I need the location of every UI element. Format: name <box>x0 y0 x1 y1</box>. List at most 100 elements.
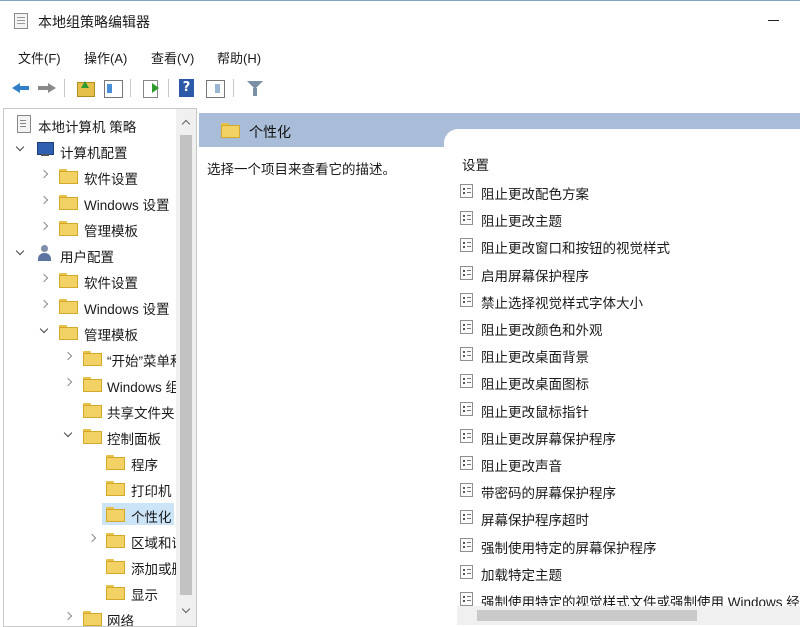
policy-setting-icon <box>460 265 473 280</box>
tree-item-start-menu-taskbar[interactable]: “开始”菜单和任务栏 <box>4 346 196 370</box>
folder-icon <box>106 507 125 522</box>
policy-setting-icon <box>460 320 473 334</box>
policy-setting-icon <box>460 456 473 470</box>
chevron-down-icon[interactable] <box>64 430 74 440</box>
setting-label: 阻止更改声音 <box>481 459 562 474</box>
title-bar: 本地组策略编辑器 <box>0 0 800 40</box>
tree-item-printers[interactable]: 打印机 <box>4 476 174 500</box>
menu-view[interactable]: 查看(V) <box>151 48 194 67</box>
chevron-down-icon[interactable] <box>40 326 50 336</box>
chevron-right-icon[interactable] <box>40 300 50 310</box>
tree-item-user-configuration[interactable]: 用户配置 <box>4 242 174 266</box>
policy-root-icon <box>15 115 32 133</box>
menu-help[interactable]: 帮助(H) <box>217 48 261 67</box>
tree-item-shared-folders[interactable]: 共享文件夹 <box>4 398 175 422</box>
chevron-right-icon[interactable] <box>40 274 50 284</box>
tree-item-label: 管理模板 <box>84 224 138 239</box>
tree-item-display[interactable]: 显示 <box>4 580 174 604</box>
setting-label: 启用屏幕保护程序 <box>481 268 589 284</box>
policy-setting-icon <box>460 537 473 552</box>
menu-bar: 文件(F) 操作(A) 查看(V) 帮助(H) <box>0 44 800 70</box>
settings-horizontal-scrollbar[interactable] <box>457 606 800 625</box>
folder-icon <box>59 273 78 288</box>
tree-item-windows-components[interactable]: Windows 组件 <box>4 372 193 396</box>
chevron-right-icon[interactable] <box>64 352 74 362</box>
tree-item-personalization[interactable]: 个性化 <box>4 502 174 526</box>
setting-label: 屏幕保护程序超时 <box>481 513 589 529</box>
details-header-title: 个性化 <box>249 124 291 140</box>
tree-item-software-settings[interactable]: 软件设置 <box>4 164 174 188</box>
menu-file[interactable]: 文件(F) <box>18 48 61 67</box>
policy-setting-icon <box>460 592 473 606</box>
menu-action[interactable]: 操作(A) <box>84 48 127 67</box>
tree-item-label: 本地计算机 策略 <box>38 120 137 135</box>
tree-item-windows-settings[interactable]: Windows 设置 <box>4 190 174 214</box>
folder-icon <box>59 169 78 184</box>
policy-setting-icon <box>460 374 473 389</box>
column-header-setting[interactable]: 设置 <box>462 154 489 174</box>
scroll-up-icon[interactable] <box>181 118 191 128</box>
tree-item-label: 计算机配置 <box>60 146 128 161</box>
scrollbar-thumb[interactable] <box>180 135 192 595</box>
chevron-right-icon[interactable] <box>40 170 50 180</box>
toolbar-separator <box>130 79 131 97</box>
chevron-right-icon[interactable] <box>40 222 50 232</box>
back-arrow-icon[interactable] <box>10 77 32 99</box>
computer-icon <box>36 142 54 156</box>
tree-item-software-settings[interactable]: 软件设置 <box>4 268 174 292</box>
toolbar <box>0 74 800 104</box>
folder-icon <box>59 221 78 236</box>
tree-item-programs[interactable]: 程序 <box>4 450 174 474</box>
folder-icon <box>106 585 125 600</box>
policy-editor-app-icon <box>14 13 28 29</box>
chevron-right-icon[interactable] <box>64 612 74 622</box>
tree-item-label: 软件设置 <box>84 276 138 291</box>
up-folder-icon[interactable] <box>74 77 96 99</box>
tree-item-label: 用户配置 <box>60 250 114 265</box>
forward-arrow-icon[interactable] <box>36 77 58 99</box>
policy-setting-icon <box>460 428 473 443</box>
minimize-button[interactable] <box>763 9 785 31</box>
tree-item-computer-configuration[interactable]: 计算机配置 <box>4 138 174 162</box>
tree-item-control-panel[interactable]: 控制面板 <box>4 424 174 448</box>
folder-icon <box>83 403 102 418</box>
toolbar-separator <box>168 79 169 97</box>
scroll-down-icon[interactable] <box>181 606 191 616</box>
tree-item-add-remove-programs[interactable]: 添加或删除程序 <box>4 554 196 578</box>
setting-label: 阻止更改桌面图标 <box>481 377 589 393</box>
tree-item-label: 程序 <box>131 458 158 473</box>
chevron-down-icon[interactable] <box>16 144 26 154</box>
setting-label: 阻止更改鼠标指针 <box>481 404 589 420</box>
user-icon <box>36 245 53 261</box>
tree-item-label: 软件设置 <box>84 172 138 187</box>
folder-icon <box>59 325 78 340</box>
tree-item-network[interactable]: 网络 <box>4 606 174 626</box>
chevron-down-icon[interactable] <box>16 248 26 258</box>
tree-item-administrative-templates[interactable]: 管理模板 <box>4 216 174 240</box>
setting-label: 阻止更改桌面背景 <box>481 350 589 366</box>
help-icon[interactable] <box>176 77 198 99</box>
tree-item-label: 显示 <box>131 588 158 603</box>
tree-item-label: 管理模板 <box>84 328 138 343</box>
chevron-right-icon[interactable] <box>40 196 50 206</box>
tree-item-local-computer-policy[interactable]: 本地计算机 策略 <box>4 112 174 136</box>
show-hide-action-pane-icon[interactable] <box>204 77 226 99</box>
show-hide-tree-icon[interactable] <box>102 77 124 99</box>
scrollbar-thumb[interactable] <box>477 610 697 621</box>
folder-icon <box>59 299 78 314</box>
tree-item-windows-settings[interactable]: Windows 设置 <box>4 294 174 318</box>
tree-item-label: Windows 设置 <box>84 302 170 317</box>
filter-icon[interactable] <box>244 77 266 99</box>
toolbar-separator <box>64 79 65 97</box>
export-list-icon[interactable] <box>140 77 162 99</box>
tree-item-label: 控制面板 <box>107 432 161 447</box>
chevron-right-icon[interactable] <box>64 378 74 388</box>
tree-item-administrative-templates[interactable]: 管理模板 <box>4 320 174 344</box>
chevron-right-icon[interactable] <box>88 534 98 544</box>
toolbar-separator <box>233 79 234 97</box>
tree-vertical-scrollbar[interactable] <box>176 109 196 626</box>
folder-icon <box>83 351 102 366</box>
setting-label: 阻止更改颜色和外观 <box>481 323 603 338</box>
folder-icon <box>221 123 240 138</box>
tree-item-region-language[interactable]: 区域和语言 <box>4 528 196 552</box>
